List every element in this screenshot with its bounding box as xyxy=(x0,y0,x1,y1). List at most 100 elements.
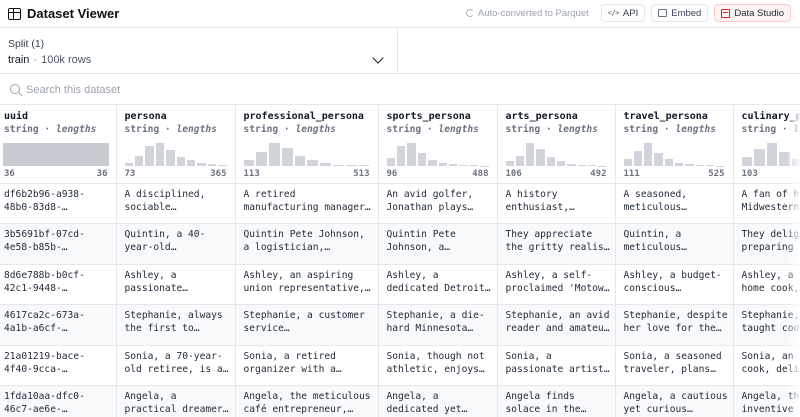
table-cell-culinary_persona[interactable]: Angela, th inventive xyxy=(733,385,800,417)
data-studio-button[interactable]: Data Studio xyxy=(714,4,791,22)
histogram-bar[interactable] xyxy=(515,155,525,166)
histogram-bar[interactable] xyxy=(695,165,704,166)
histogram-bar[interactable] xyxy=(64,143,74,166)
histogram-bar[interactable] xyxy=(358,165,370,166)
table-cell-sports_persona[interactable]: Angela, a dedicated yet… xyxy=(378,385,498,417)
histogram-bar[interactable] xyxy=(38,143,47,166)
histogram-bar[interactable] xyxy=(685,164,694,166)
histogram-bar[interactable] xyxy=(46,143,56,166)
length-histogram[interactable] xyxy=(505,143,607,166)
table-cell-uuid[interactable]: 8d6e788b-b0cf- 42c1-9448-… xyxy=(0,264,117,305)
histogram-bar[interactable] xyxy=(741,156,753,166)
histogram-bar[interactable] xyxy=(166,149,175,166)
histogram-bar[interactable] xyxy=(779,152,790,166)
table-cell-persona[interactable]: Angela, a practical dreamer… xyxy=(116,385,236,417)
table-cell-culinary_persona[interactable]: They delig preparing xyxy=(733,223,800,265)
table-cell-arts_persona[interactable]: They appreciate the gritty realis… xyxy=(497,223,616,265)
embed-button[interactable]: Embed xyxy=(651,4,709,22)
histogram-bar[interactable] xyxy=(674,162,684,166)
table-cell-travel_persona[interactable]: Ashley, a budget- conscious… xyxy=(615,264,734,305)
histogram-bar[interactable] xyxy=(134,155,144,166)
table-cell-uuid[interactable]: df6b2b96-a938- 48b0-83d8-… xyxy=(0,183,117,224)
histogram-bar[interactable] xyxy=(438,163,447,166)
histogram-bar[interactable] xyxy=(186,160,196,166)
histogram-bar[interactable] xyxy=(176,156,185,166)
table-cell-professional_persona[interactable]: Angela, the meticulous café entrepreneur… xyxy=(235,385,379,417)
table-cell-arts_persona[interactable]: A history enthusiast,… xyxy=(497,183,616,224)
histogram-bar[interactable] xyxy=(207,164,217,166)
histogram-bar[interactable] xyxy=(791,159,800,166)
histogram-bar[interactable] xyxy=(754,148,765,166)
histogram-bar[interactable] xyxy=(766,143,778,166)
histogram-bar[interactable] xyxy=(386,157,395,166)
length-histogram[interactable] xyxy=(623,143,725,166)
histogram-bar[interactable] xyxy=(3,143,12,166)
histogram-bar[interactable] xyxy=(567,163,576,166)
histogram-bar[interactable] xyxy=(459,164,468,166)
table-cell-sports_persona[interactable]: Sonia, though not athletic, enjoys… xyxy=(378,345,498,386)
histogram-bar[interactable] xyxy=(556,161,566,166)
histogram-bar[interactable] xyxy=(644,143,653,166)
histogram-bar[interactable] xyxy=(333,164,344,166)
table-cell-uuid[interactable]: 3b5691bf-07cd- 4e58-b85b-… xyxy=(0,223,117,265)
table-cell-uuid[interactable]: 1fda10aa-dfc0- 46c7-ae6e-… xyxy=(0,385,117,417)
split-selector[interactable]: Split (1) train · 100k rows xyxy=(0,28,398,74)
histogram-bar[interactable] xyxy=(243,160,255,166)
histogram-bar[interactable] xyxy=(29,143,39,166)
table-cell-persona[interactable]: Sonia, a 70-year- old retiree, is a… xyxy=(116,345,236,386)
table-cell-professional_persona[interactable]: Sonia, a retired organizer with a… xyxy=(235,345,379,386)
histogram-bar[interactable] xyxy=(124,162,133,166)
histogram-bar[interactable] xyxy=(396,146,406,166)
column-header-arts_persona[interactable]: arts_persona string · lengths 106 492 xyxy=(497,105,616,184)
histogram-bar[interactable] xyxy=(345,165,357,166)
table-cell-arts_persona[interactable]: Stephanie, an avid reader and amateu… xyxy=(497,304,616,346)
histogram-bar[interactable] xyxy=(11,143,21,166)
table-cell-culinary_persona[interactable]: Sonia, an cook, deli xyxy=(733,345,800,386)
table-cell-culinary_persona[interactable]: Stephanie, taught coo xyxy=(733,304,800,346)
table-cell-arts_persona[interactable]: Ashley, a self- proclaimed 'Motow… xyxy=(497,264,616,305)
histogram-bar[interactable] xyxy=(320,163,332,166)
column-header-travel_persona[interactable]: travel_persona string · lengths 111 525 xyxy=(615,105,734,184)
table-cell-arts_persona[interactable]: Sonia, a passionate artist… xyxy=(497,345,616,386)
table-row[interactable]: df6b2b96-a938- 48b0-83d8-… A disciplined,… xyxy=(0,183,800,224)
histogram-bar[interactable] xyxy=(82,143,91,166)
table-cell-persona[interactable]: A disciplined, sociable… xyxy=(116,183,236,224)
column-header-culinary_persona[interactable]: culinary_personastring · lengths 103 xyxy=(733,105,800,184)
histogram-bar[interactable] xyxy=(536,148,545,166)
histogram-bar[interactable] xyxy=(546,156,555,166)
table-cell-travel_persona[interactable]: A seasoned, meticulous… xyxy=(615,183,734,224)
table-row[interactable]: 21a01219-bace- 4f40-9cca-… Sonia, a 70-ye… xyxy=(0,345,800,386)
histogram-bar[interactable] xyxy=(417,153,427,166)
histogram-bar[interactable] xyxy=(623,159,632,166)
histogram-bar[interactable] xyxy=(705,165,715,166)
histogram-bar[interactable] xyxy=(256,152,268,166)
histogram-bar[interactable] xyxy=(73,143,83,166)
table-cell-persona[interactable]: Stephanie, always the first to… xyxy=(116,304,236,346)
table-cell-sports_persona[interactable]: Stephanie, a die- hard Minnesota… xyxy=(378,304,498,346)
histogram-bar[interactable] xyxy=(20,143,30,166)
histogram-bar[interactable] xyxy=(407,143,416,166)
histogram-bar[interactable] xyxy=(577,164,586,166)
table-cell-uuid[interactable]: 4617ca2c-673a- 4a1b-a6cf-… xyxy=(0,304,117,346)
histogram-bar[interactable] xyxy=(281,147,293,166)
column-header-uuid[interactable]: uuid string · lengths 36 36 xyxy=(0,105,117,184)
table-cell-travel_persona[interactable]: Quintin, a meticulous… xyxy=(615,223,734,265)
table-cell-professional_persona[interactable]: Quintin Pete Johnson, a logistician,… xyxy=(235,223,379,265)
histogram-bar[interactable] xyxy=(269,143,280,166)
histogram-bar[interactable] xyxy=(55,143,65,166)
column-header-sports_persona[interactable]: sports_persona string · lengths 96 488 xyxy=(378,105,498,184)
histogram-bar[interactable] xyxy=(307,160,319,166)
table-cell-uuid[interactable]: 21a01219-bace- 4f40-9cca-… xyxy=(0,345,117,386)
table-cell-travel_persona[interactable]: Stephanie, despite her love for the… xyxy=(615,304,734,346)
histogram-bar[interactable] xyxy=(197,162,206,166)
table-row[interactable]: 3b5691bf-07cd- 4e58-b85b-… Quintin, a 40-… xyxy=(0,223,800,265)
auto-converted-link[interactable]: Auto-converted to Parquet xyxy=(465,8,589,19)
histogram-bar[interactable] xyxy=(155,143,165,166)
table-cell-persona[interactable]: Quintin, a 40- year-old… xyxy=(116,223,236,265)
length-histogram[interactable] xyxy=(741,143,800,166)
length-histogram[interactable] xyxy=(124,143,227,166)
histogram-bar[interactable] xyxy=(218,164,227,166)
length-histogram[interactable] xyxy=(3,143,109,166)
table-cell-travel_persona[interactable]: Sonia, a seasoned traveler, plans… xyxy=(615,345,734,386)
column-header-professional_persona[interactable]: professional_persona string · lengths 113 5… xyxy=(235,105,379,184)
